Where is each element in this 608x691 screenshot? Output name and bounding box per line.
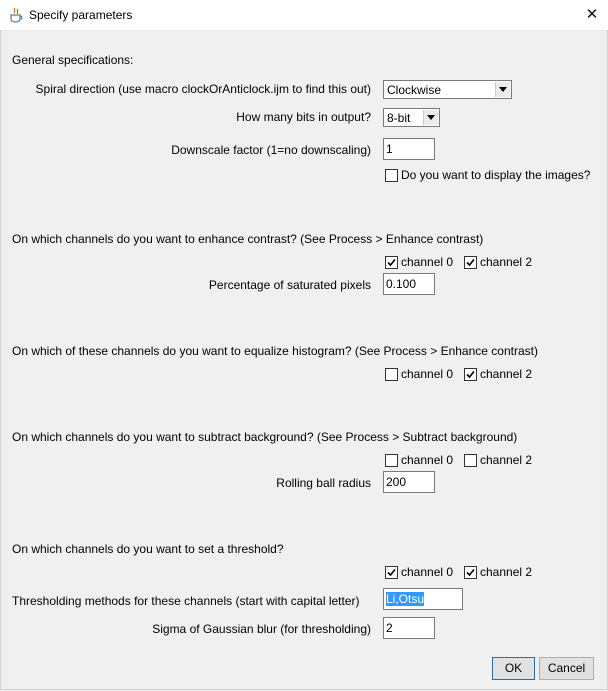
downscale-input[interactable]: 1 [383, 138, 435, 160]
equalize-channel-0-checkbox[interactable] [385, 368, 398, 381]
contrast-channel-0-checkbox[interactable] [385, 256, 398, 269]
contrast-channel-2-checkbox[interactable] [464, 256, 477, 269]
threshold-channel-2-checkbox[interactable] [464, 566, 477, 579]
chevron-down-icon[interactable] [495, 82, 510, 97]
saturated-pixels-input[interactable]: 0.100 [383, 273, 435, 295]
rolling-ball-input[interactable]: 200 [383, 471, 435, 493]
dialog-frame [0, 30, 608, 690]
chevron-down-icon[interactable] [423, 110, 438, 125]
threshold-heading: On which channels do you want to set a t… [12, 542, 284, 556]
downscale-label: Downscale factor (1=no downscaling) [171, 143, 371, 157]
threshold-channel-0-label: channel 0 [401, 565, 454, 579]
equalize-channel-2-checkbox[interactable] [464, 368, 477, 381]
ok-button[interactable]: OK [492, 657, 535, 680]
title-bar: Specify parameters ✕ [0, 0, 608, 31]
display-images-checkbox[interactable] [385, 169, 398, 182]
contrast-channel-2-label: channel 2 [480, 255, 533, 269]
background-channel-2-label: channel 2 [480, 453, 533, 467]
rolling-ball-label: Rolling ball radius [276, 476, 371, 490]
background-channel-0-label: channel 0 [401, 453, 454, 467]
equalize-channel-0-label: channel 0 [401, 367, 454, 381]
background-channel-2-checkbox[interactable] [464, 454, 477, 467]
cancel-button[interactable]: Cancel [539, 657, 594, 680]
equalize-channel-2-label: channel 2 [480, 367, 533, 381]
checkmark-icon [466, 568, 475, 577]
display-images-label: Do you want to display the images? [401, 168, 591, 182]
bits-output-select[interactable]: 8-bit [383, 108, 440, 127]
background-heading: On which channels do you want to subtrac… [12, 430, 518, 444]
equalize-heading: On which of these channels do you want t… [12, 344, 538, 358]
checkmark-icon [387, 258, 396, 267]
window-title: Specify parameters [29, 8, 133, 22]
threshold-methods-label: Thresholding methods for these channels … [12, 594, 360, 608]
checkmark-icon [466, 370, 475, 379]
gaussian-sigma-label: Sigma of Gaussian blur (for thresholding… [152, 622, 371, 636]
checkmark-icon [387, 568, 396, 577]
background-channel-0-checkbox[interactable] [385, 454, 398, 467]
close-icon[interactable]: ✕ [576, 0, 608, 30]
contrast-channel-0-label: channel 0 [401, 255, 454, 269]
gaussian-sigma-input[interactable]: 2 [383, 617, 435, 639]
java-cup-icon [9, 7, 23, 23]
bits-output-label: How many bits in output? [236, 110, 371, 124]
threshold-channel-0-checkbox[interactable] [385, 566, 398, 579]
general-heading: General specifications: [12, 53, 134, 67]
checkmark-icon [466, 258, 475, 267]
bits-output-value: 8-bit [387, 111, 411, 125]
spiral-direction-select[interactable]: Clockwise [383, 80, 512, 99]
spiral-direction-label: Spiral direction (use macro clockOrAntic… [35, 82, 371, 96]
saturated-pixels-label: Percentage of saturated pixels [208, 278, 371, 292]
contrast-heading: On which channels do you want to enhance… [12, 232, 484, 246]
threshold-methods-selected-text: Li,Otsu [386, 592, 425, 606]
threshold-channel-2-label: channel 2 [480, 565, 533, 579]
threshold-methods-input[interactable]: Li,Otsu [383, 588, 463, 610]
spiral-direction-value: Clockwise [387, 83, 442, 97]
